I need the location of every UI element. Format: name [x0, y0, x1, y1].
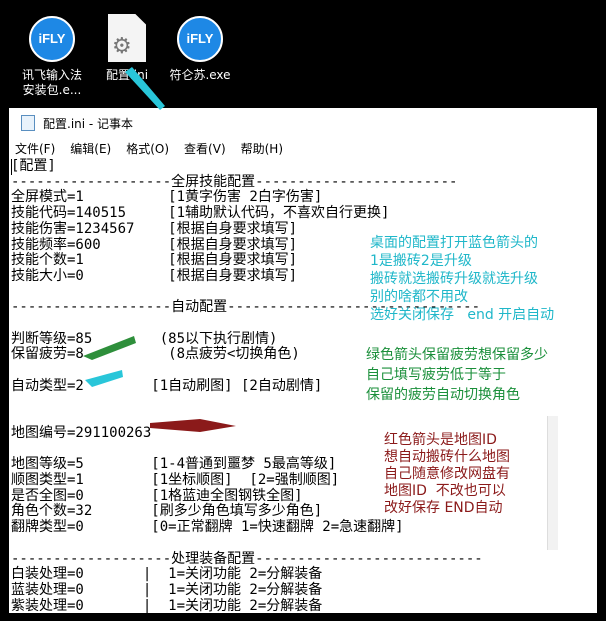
- editor-line: 技能频率=600 [根据自身要求填写]: [11, 236, 298, 253]
- desktop-icon-ifly-installer[interactable]: iFLY 讯飞输入法 安装包.e...: [14, 12, 90, 98]
- editor-line: 技能伤害=1234567 [根据自身要求填写]: [11, 220, 298, 237]
- ifly-app-icon: iFLY: [177, 16, 223, 62]
- desktop-icon-label: 配置.ini: [105, 68, 149, 82]
- menu-file[interactable]: 文件(F): [15, 140, 55, 157]
- text-overlay-strip: [547, 416, 558, 550]
- editor-line: 顺图类型=1 [1坐标顺图] [2=强制顺图]: [11, 472, 340, 488]
- desktop-icon-exe[interactable]: iFLY 符仑苏.exe: [162, 12, 238, 83]
- desktop-icon-label: 讯飞输入法 安装包.e...: [21, 68, 82, 97]
- menu-bar: 文件(F) 编辑(E) 格式(O) 查看(V) 帮助(H): [9, 138, 597, 158]
- editor-line: 自动类型=2 [1自动刷图] [2自动剧情]: [11, 377, 323, 394]
- editor-line: 翻牌类型=0 [0=正常翻牌 1=快速翻牌 2=急速翻牌]: [11, 519, 404, 536]
- editor-line: 紫装处理=0 | 1=关闭功能 2=分解装备: [11, 597, 323, 613]
- editor-line: 技能个数=1 [根据自身要求填写]: [11, 252, 298, 269]
- editor-line: -------------------全屏技能配置---------------…: [11, 173, 458, 190]
- editor-line: 蓝装处理=0 | 1=关闭功能 2=分解装备: [11, 581, 323, 598]
- desktop-icon-label: 符仑苏.exe: [169, 68, 231, 82]
- editor-line: [配置]: [11, 158, 56, 174]
- editor-line: 角色个数=32 [刷多少角色填写多少角色]: [11, 503, 323, 520]
- notepad-icon: [21, 115, 35, 131]
- editor-line: -------------------处理装备配置---------------…: [11, 550, 483, 567]
- editor-line: 技能代码=140515 [1辅助默认代码，不喜欢自行更换]: [11, 205, 390, 222]
- ini-file-icon: ⚙: [108, 14, 146, 62]
- gear-icon: ⚙: [112, 34, 132, 59]
- text-cursor: [11, 159, 12, 175]
- editor-line: 地图等级=5 [1-4普通到噩梦 5最高等级]: [11, 456, 337, 473]
- annotation-cyan: 桌面的配置打开蓝色箭头的 1是搬砖2是升级 搬砖就选搬砖升级就选升级 别的啥都不…: [370, 235, 555, 323]
- window-title: 配置.ini - 记事本: [43, 116, 134, 131]
- menu-format[interactable]: 格式(O): [126, 140, 169, 157]
- editor-line: 全屏模式=1 [1黄字伤害 2白字伤害]: [11, 189, 323, 206]
- editor-line: 技能大小=0 [根据自身要求填写]: [11, 267, 298, 284]
- ifly-app-icon: iFLY: [29, 16, 75, 62]
- editor-line: 是否全图=0 [1格蓝迪全图钢铁全图]: [11, 487, 303, 504]
- annotation-green: 绿色箭头保留疲劳想保留多少 自己填写疲劳低于等于 保留的疲劳自动切换角色: [366, 347, 548, 403]
- menu-view[interactable]: 查看(V): [184, 140, 226, 157]
- annotation-red: 红色箭头是地图ID 想自动搬砖什么地图 自己随意修改网盘有 地图ID 不改也可以…: [384, 432, 510, 516]
- editor-line: 判断等级=85 (85以下执行剧情): [11, 330, 278, 347]
- menu-help[interactable]: 帮助(H): [241, 140, 283, 157]
- editor-line: 地图编号=291100263: [11, 424, 152, 441]
- title-bar[interactable]: 配置.ini - 记事本: [9, 108, 597, 138]
- menu-edit[interactable]: 编辑(E): [70, 140, 111, 157]
- desktop-icon-config-ini[interactable]: ⚙ 配置.ini: [89, 12, 165, 83]
- editor-line: 白装处理=0 | 1=关闭功能 2=分解装备: [11, 566, 323, 583]
- editor-line: 保留疲劳=8 (8点疲劳<切换角色): [11, 346, 300, 363]
